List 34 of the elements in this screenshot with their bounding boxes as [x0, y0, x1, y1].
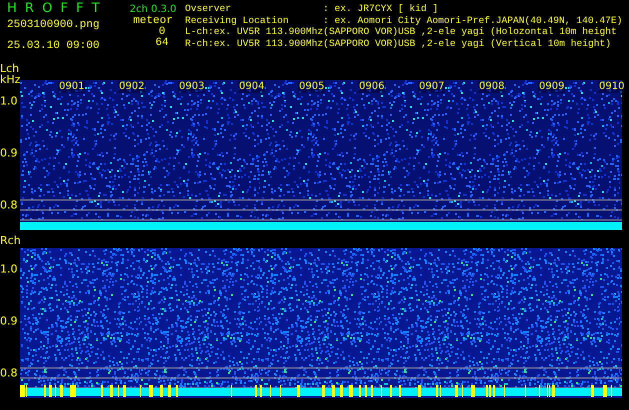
info-value: ex. UV5R 113.900Mhz(SAPPORO VOR)USB ,2-ele yagi (Vertical 10m height): [214, 38, 612, 49]
meteor-count: 64: [155, 38, 169, 49]
axis-label: 1.0: [0, 262, 18, 276]
time-label: 0907: [418, 81, 446, 93]
time-label: 0901: [58, 81, 86, 93]
time-label: 0908: [478, 81, 506, 93]
app-title: H R O F F T: [7, 1, 102, 17]
axis-label: 0.8: [0, 198, 18, 212]
info-label: R-ch:: [185, 38, 214, 49]
time-label: 0910: [598, 81, 626, 93]
time-label: 0905: [298, 81, 326, 93]
info-label: Ovserver: [185, 3, 232, 14]
axis-label: 0.9: [0, 314, 18, 328]
meteor-label: meteor: [133, 15, 173, 27]
info-label: Receiving Location: [185, 14, 290, 26]
info-value: : ex. JR7CYX [ kid ]: [323, 3, 438, 14]
info-label: L-ch:: [185, 26, 214, 38]
time-label: 0902: [118, 81, 146, 93]
axis-label: 0.8: [0, 366, 18, 380]
info-value: : ex. Aomori City Aomori-Pref.JAPAN(40.49N, 140.47E): [323, 14, 622, 26]
time-label: 0906: [358, 81, 386, 93]
channel-label: Rch: [0, 235, 20, 246]
time-label: 0904: [238, 81, 266, 93]
meteor-count: 0: [158, 27, 166, 38]
time-label: 0909: [538, 81, 566, 93]
channel-label: Lch: [0, 63, 20, 74]
datetime-label: 25.03.10 09:00: [7, 40, 100, 52]
time-label: 0903: [178, 81, 206, 93]
axis-label: 0.9: [0, 146, 18, 160]
info-value: ex. UV5R 113.900Mhz(SAPPORO VOR)USB ,2-ele yagi (Holozontal 10m height: [214, 26, 617, 38]
axis-label: 1.0: [0, 94, 18, 108]
version-label: 2ch 0.3.0: [130, 4, 176, 15]
filename-label: 2503100900.png: [7, 19, 100, 31]
unit-label: kHz: [0, 74, 20, 85]
